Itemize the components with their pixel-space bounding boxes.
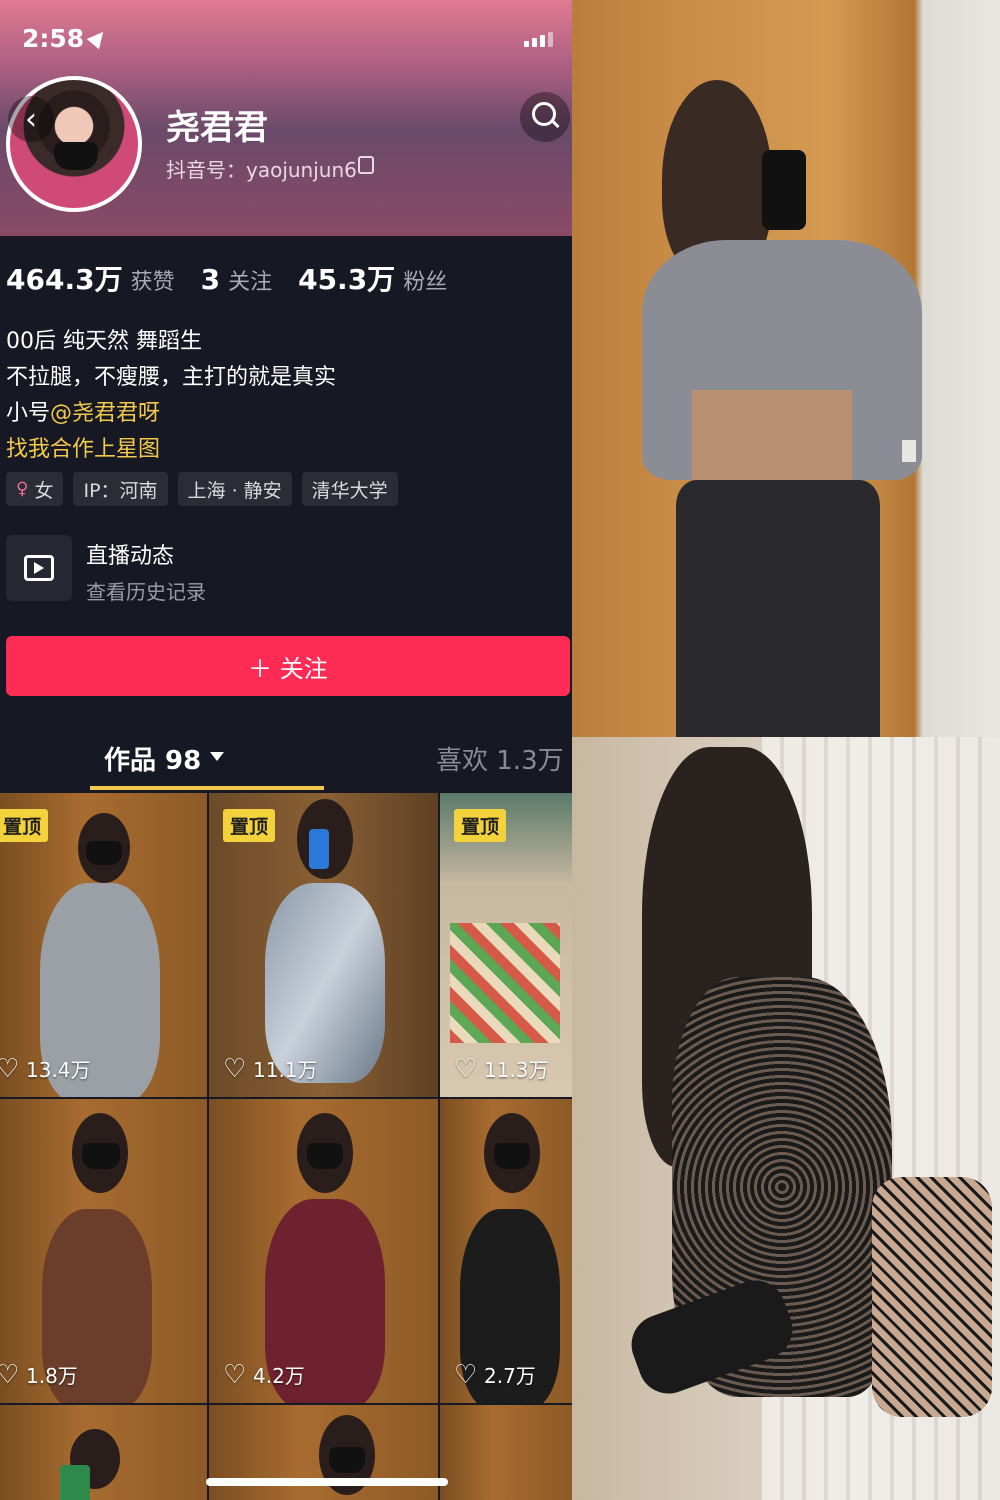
home-indicator (206, 1478, 448, 1486)
video-likes: 1.8万 (0, 1360, 78, 1390)
heart-icon (223, 1054, 246, 1084)
bio-line: 00后 纯天然 舞蹈生 (6, 329, 202, 354)
profile-tags: ♀ 女 IP：河南 上海 · 静安 清华大学 (6, 472, 398, 506)
tab-likes[interactable]: 喜欢 1.3万 (436, 740, 564, 777)
bio-line: 不拉腿，不瘦腰，主打的就是真实 (6, 365, 337, 390)
collaboration-link[interactable]: 找我合作上星图 (6, 432, 336, 468)
video-likes: 11.3万 (454, 1054, 549, 1084)
heart-icon (454, 1054, 477, 1084)
tag-gender: ♀ 女 (6, 472, 64, 506)
tab-indicator (90, 786, 324, 790)
live-title[interactable]: 直播动态 (86, 538, 174, 570)
live-subtitle[interactable]: 查看历史记录 (86, 576, 206, 605)
secondary-account-link[interactable]: @尧君君呀 (50, 401, 160, 426)
live-history-button[interactable] (6, 535, 72, 601)
heart-icon (454, 1360, 477, 1390)
video-thumbnail[interactable]: 2.7万 (440, 1099, 572, 1403)
video-thumbnail[interactable]: 置顶 13.4万 (0, 793, 207, 1097)
stat-likes[interactable]: 464.3万 获赞 (6, 258, 175, 298)
search-button[interactable] (520, 92, 570, 142)
tag-ip: IP：河南 (73, 472, 168, 506)
video-grid: 置顶 13.4万 置顶 11.1万 置顶 11.3万 (0, 793, 572, 1500)
video-thumbnail[interactable]: 置顶 11.1万 (209, 793, 438, 1097)
video-likes: 13.4万 (0, 1054, 91, 1084)
video-thumbnail[interactable]: 1.8万 (0, 1099, 207, 1403)
screenshot-collage: 2:58 ‹ 尧君君 抖音号：yaojunjun6 464.3万 获赞 3 关注 4… (0, 0, 1000, 1500)
heart-icon (0, 1360, 19, 1390)
account-id: 抖音号：yaojunjun6 (166, 158, 357, 182)
stat-following[interactable]: 3 关注 (201, 263, 273, 296)
pinned-badge: 置顶 (0, 809, 49, 842)
female-icon: ♀ (16, 479, 29, 499)
video-likes: 2.7万 (454, 1360, 536, 1390)
heart-icon (223, 1360, 246, 1390)
heart-icon (0, 1054, 19, 1084)
pinned-badge: 置顶 (454, 809, 507, 842)
bio-line: 小号@尧君君呀 (6, 401, 161, 426)
photo-mirror-selfie (572, 0, 1000, 737)
profile-stats: 464.3万 获赞 3 关注 45.3万 粉丝 (6, 258, 447, 298)
chevron-down-icon[interactable] (210, 752, 224, 761)
video-likes: 11.1万 (223, 1054, 318, 1084)
follow-button[interactable]: ＋ 关注 (6, 636, 570, 696)
video-thumbnail[interactable] (0, 1405, 207, 1500)
stat-followers[interactable]: 45.3万 粉丝 (298, 258, 447, 298)
status-time: 2:58 (22, 24, 85, 53)
video-likes: 4.2万 (223, 1360, 305, 1390)
tv-icon (24, 555, 54, 581)
video-thumbnail[interactable] (440, 1405, 572, 1500)
tag-location[interactable]: 上海 · 静安 (177, 472, 292, 506)
back-icon: ‹ (25, 101, 37, 137)
video-thumbnail[interactable]: 置顶 11.3万 (440, 793, 572, 1097)
signal-icon (524, 32, 553, 47)
photo-back-view (572, 737, 1000, 1500)
copy-icon[interactable] (358, 156, 374, 174)
back-button[interactable]: ‹ (8, 96, 54, 142)
pinned-badge: 置顶 (223, 809, 276, 842)
profile-name: 尧君君 (166, 108, 268, 148)
profile-screen: 2:58 ‹ 尧君君 抖音号：yaojunjun6 464.3万 获赞 3 关注 4… (0, 0, 572, 1500)
tag-school[interactable]: 清华大学 (301, 472, 398, 506)
profile-bio: 00后 纯天然 舞蹈生 不拉腿，不瘦腰，主打的就是真实 小号@尧君君呀 找我合作… (6, 324, 336, 468)
tab-works[interactable]: 作品 98 (104, 740, 201, 777)
video-thumbnail[interactable]: 4.2万 (209, 1099, 438, 1403)
